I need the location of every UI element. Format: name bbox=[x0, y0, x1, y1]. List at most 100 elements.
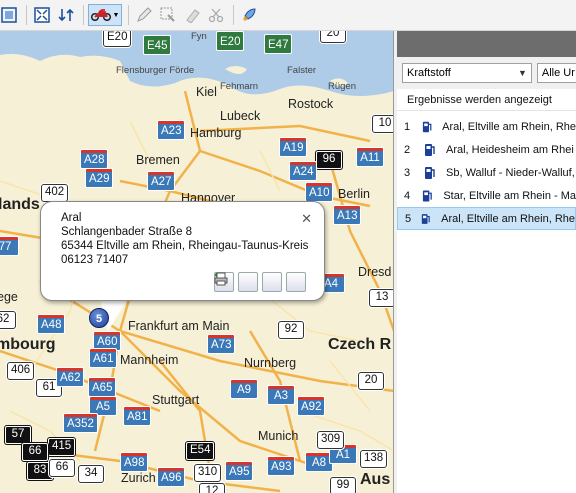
result-number: 3 bbox=[404, 166, 411, 179]
road-shield: A28 bbox=[81, 150, 108, 168]
result-item[interactable]: 4 Star, Eltville am Rhein - Ma bbox=[397, 184, 576, 207]
road-shield: 415 bbox=[48, 438, 76, 456]
motorbike-icon bbox=[90, 7, 111, 24]
road-shield: 34 bbox=[78, 465, 104, 483]
result-text: Aral, Eltville am Rhein, Rhe bbox=[442, 120, 576, 133]
chevron-down-icon: ▼ bbox=[112, 11, 120, 19]
result-item[interactable]: 3 Sb, Walluf - Nieder-Walluf, bbox=[397, 161, 576, 184]
scissors-icon[interactable] bbox=[205, 4, 227, 26]
fuel-pump-icon bbox=[422, 213, 431, 224]
map-label: Fehmarn bbox=[220, 81, 259, 92]
road-shield: A61 bbox=[90, 349, 117, 367]
road-shield: A60 bbox=[94, 332, 121, 350]
country-label: lands bbox=[0, 196, 40, 213]
city-label: Munich bbox=[258, 429, 299, 443]
road-shield: A352 bbox=[64, 414, 97, 432]
city-label: Frankfurt am Main bbox=[128, 319, 230, 333]
pencil-icon[interactable] bbox=[133, 4, 155, 26]
road-shield: A92 bbox=[298, 397, 325, 415]
eraser-icon[interactable] bbox=[181, 4, 203, 26]
road-shield: 12 bbox=[199, 483, 225, 493]
road-shield: 10 bbox=[372, 115, 393, 133]
result-number: 1 bbox=[404, 120, 411, 133]
road-shield: E20 bbox=[217, 32, 244, 50]
road-shield: 77 bbox=[0, 237, 18, 255]
road-shield: 92 bbox=[278, 321, 304, 339]
road-shield: E20 bbox=[103, 31, 132, 47]
result-item[interactable]: 1 Aral, Eltville am Rhein, Rhe bbox=[397, 115, 576, 138]
panel-filters: Kraftstoff ▼ Alle Ur bbox=[397, 57, 576, 89]
road-shield: A73 bbox=[208, 335, 235, 353]
road-shield: 99 bbox=[330, 477, 356, 493]
poi-marker[interactable]: 5 bbox=[89, 308, 109, 328]
city-label: Kiel bbox=[196, 85, 217, 99]
result-item[interactable]: 2 Aral, Heidesheim am Rhei bbox=[397, 138, 576, 161]
road-shield: 406 bbox=[7, 362, 35, 380]
route-add-icon[interactable] bbox=[216, 272, 282, 292]
map-label: Falster bbox=[287, 65, 317, 76]
road-shield: A95 bbox=[226, 462, 253, 480]
chevron-down-icon: ▼ bbox=[517, 68, 527, 78]
result-number: 4 bbox=[404, 189, 411, 202]
road-shield: A62 bbox=[57, 368, 84, 386]
select-area-icon[interactable] bbox=[157, 4, 179, 26]
city-label: Hamburg bbox=[190, 126, 242, 140]
city-label: Nurnberg bbox=[244, 356, 297, 370]
fuel-pump-icon bbox=[425, 143, 435, 156]
map-label: Rügen bbox=[328, 81, 356, 92]
result-text: Aral, Heidesheim am Rhei bbox=[446, 143, 574, 156]
road-shield: A10 bbox=[306, 183, 333, 201]
results-list: 1 Aral, Eltville am Rhein, Rhe 2 Aral, H… bbox=[397, 111, 576, 230]
fuel-pump-icon bbox=[423, 190, 433, 201]
fuel-pump-icon bbox=[425, 166, 435, 179]
fuel-pump-icon bbox=[422, 121, 431, 132]
result-item-selected[interactable]: 5 Aral, Eltville am Rhein, Rhe bbox=[397, 207, 576, 230]
toolbar-separator bbox=[26, 5, 27, 25]
road-shield: 96 bbox=[316, 151, 342, 169]
fit-map-icon[interactable] bbox=[31, 4, 53, 26]
rocket-icon[interactable] bbox=[238, 4, 260, 26]
result-number: 5 bbox=[405, 212, 412, 225]
road-shield: 57 bbox=[5, 426, 31, 444]
road-shield: A11 bbox=[357, 148, 383, 166]
road-shield: A19 bbox=[280, 138, 307, 156]
road-shield: E45 bbox=[144, 36, 171, 54]
road-shield: 20 bbox=[320, 31, 346, 43]
map-label: Flensburger Förde bbox=[116, 65, 195, 76]
road-shield: E54 bbox=[186, 442, 215, 460]
toolbar-separator bbox=[233, 5, 234, 25]
swap-icon[interactable] bbox=[55, 4, 77, 26]
road-shield: 402 bbox=[41, 184, 69, 202]
result-number: 2 bbox=[404, 143, 411, 156]
zoom-extent-icon[interactable] bbox=[0, 4, 20, 26]
city-label: ege bbox=[0, 290, 18, 304]
map-view[interactable]: Fyn Flensburger Förde Fehmarn Falster Rü… bbox=[0, 31, 394, 493]
poi-city: 65344 Eltville am Rhein, Rheingau-Taunus… bbox=[61, 240, 309, 252]
city-label: Dresd bbox=[358, 265, 392, 279]
road-shield: 66 bbox=[49, 459, 75, 477]
brand-select-value: Alle Ur bbox=[541, 67, 575, 79]
toolbar-separator bbox=[128, 5, 129, 25]
vehicle-profile-button[interactable]: ▼ bbox=[88, 4, 122, 26]
poi-info-popup: Aral Schlangenbader Straße 8 65344 Eltvi… bbox=[40, 201, 325, 301]
road-shield: 66 bbox=[22, 443, 48, 461]
road-shield: A5 bbox=[90, 397, 116, 415]
road-shield: 62 bbox=[0, 311, 16, 329]
map-label: Fyn bbox=[191, 31, 207, 42]
road-shield: A13 bbox=[334, 206, 361, 224]
route-from-icon[interactable] bbox=[215, 272, 258, 292]
panel-title-bar bbox=[397, 31, 576, 57]
result-text: Sb, Walluf - Nieder-Walluf, bbox=[446, 166, 575, 179]
results-panel: Kraftstoff ▼ Alle Ur Ergebnisse werden a… bbox=[397, 31, 576, 493]
road-shield: E47 bbox=[265, 35, 292, 53]
city-label: mbourg bbox=[0, 336, 56, 353]
close-icon[interactable]: ✕ bbox=[301, 212, 312, 226]
road-shield: A27 bbox=[148, 172, 175, 190]
road-shield: A24 bbox=[290, 162, 317, 180]
print-icon[interactable] bbox=[214, 272, 306, 292]
road-shield: A98 bbox=[121, 453, 148, 471]
brand-select[interactable]: Alle Ur bbox=[536, 63, 576, 83]
city-label: Bremen bbox=[136, 153, 180, 167]
road-shield: A93 bbox=[268, 457, 295, 475]
category-select[interactable]: Kraftstoff ▼ bbox=[402, 63, 532, 83]
